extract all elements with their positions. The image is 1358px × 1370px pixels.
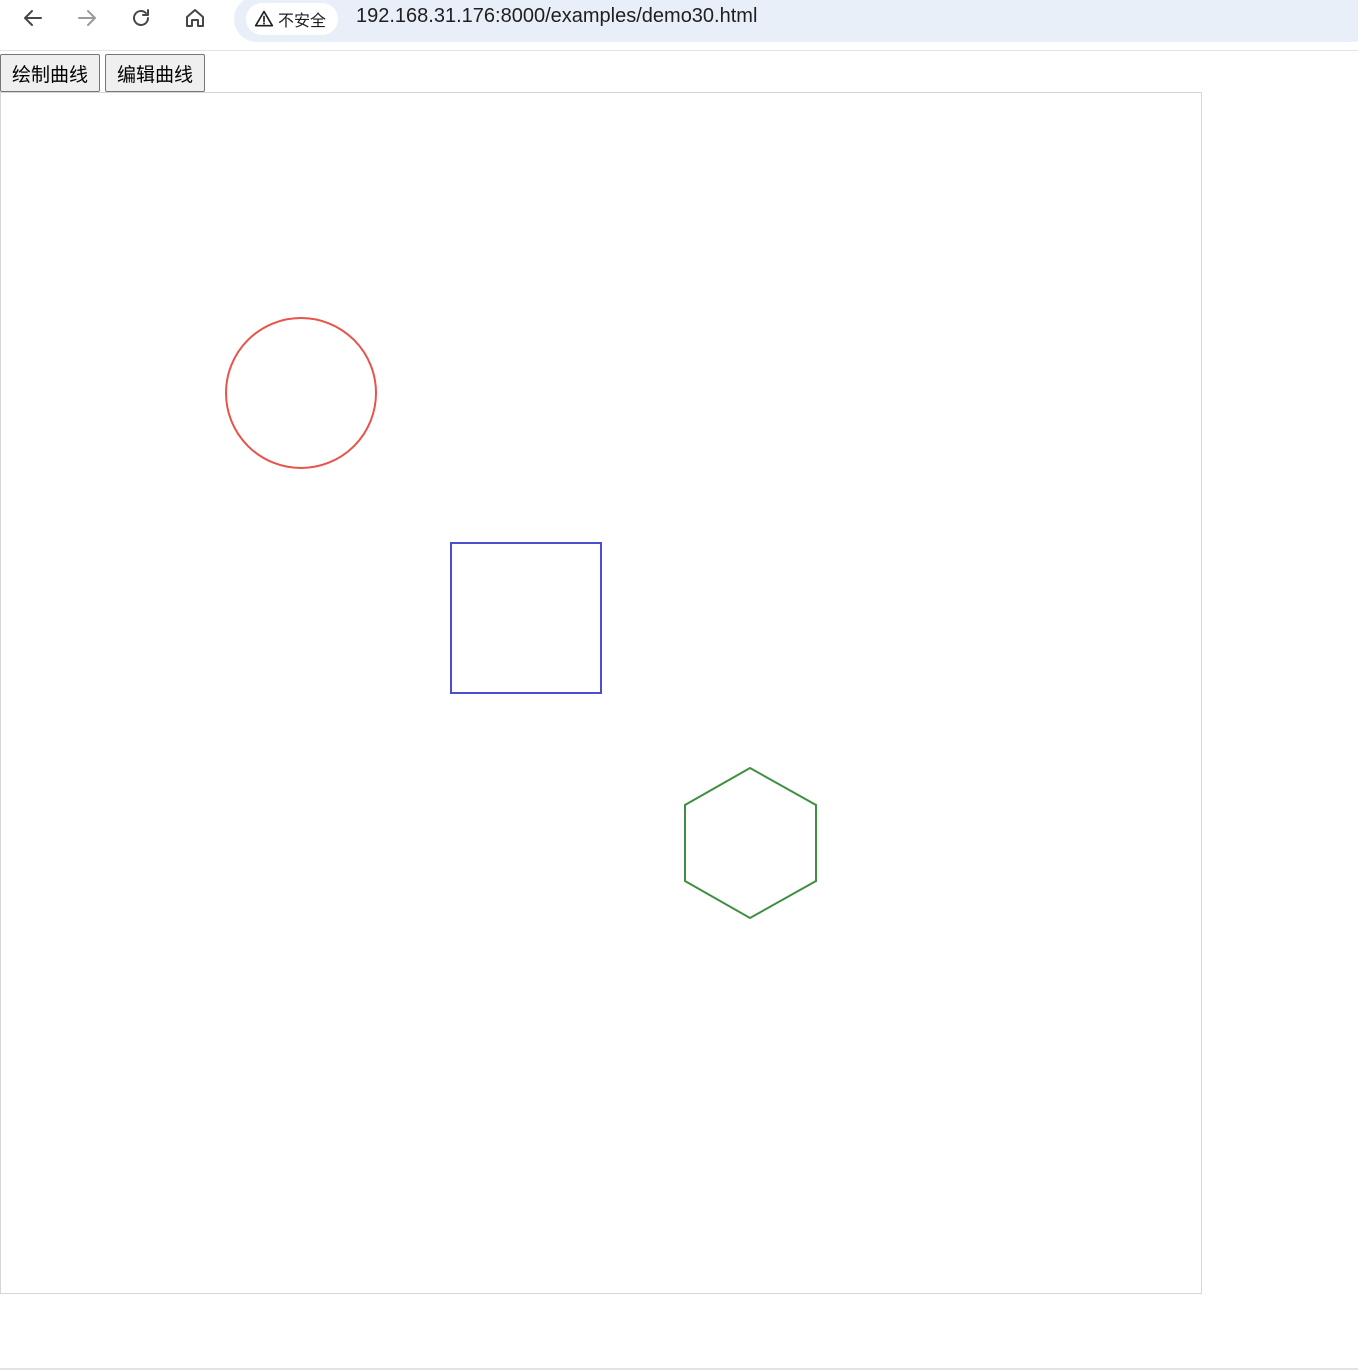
drawing-canvas[interactable] <box>0 92 1202 1294</box>
red-circle-shape[interactable] <box>225 317 377 469</box>
reload-button[interactable] <box>123 0 159 36</box>
arrow-left-icon <box>24 10 42 26</box>
url-text[interactable]: 192.168.31.176:8000/examples/demo30.html <box>356 5 757 28</box>
security-indicator[interactable]: 不安全 <box>246 3 339 35</box>
warning-triangle-icon <box>254 10 274 27</box>
back-button[interactable] <box>15 0 51 36</box>
arrow-right-icon <box>78 10 96 26</box>
reload-icon <box>133 9 149 26</box>
address-bar[interactable]: 不安全 192.168.31.176:8000/examples/demo30.… <box>234 0 1358 42</box>
browser-toolbar: 不安全 192.168.31.176:8000/examples/demo30.… <box>0 0 1358 51</box>
edit-curve-button[interactable]: 编辑曲线 <box>105 54 206 92</box>
home-button[interactable] <box>177 0 213 36</box>
canvas-svg <box>225 317 817 920</box>
security-label: 不安全 <box>278 11 327 30</box>
draw-curve-button[interactable]: 绘制曲线 <box>0 54 101 92</box>
forward-button[interactable] <box>69 0 105 36</box>
green-hexagon-shape[interactable] <box>684 766 817 920</box>
home-icon <box>186 9 204 27</box>
blue-square-shape[interactable] <box>450 542 602 694</box>
curve-controls: 绘制曲线 编辑曲线 <box>0 54 206 92</box>
